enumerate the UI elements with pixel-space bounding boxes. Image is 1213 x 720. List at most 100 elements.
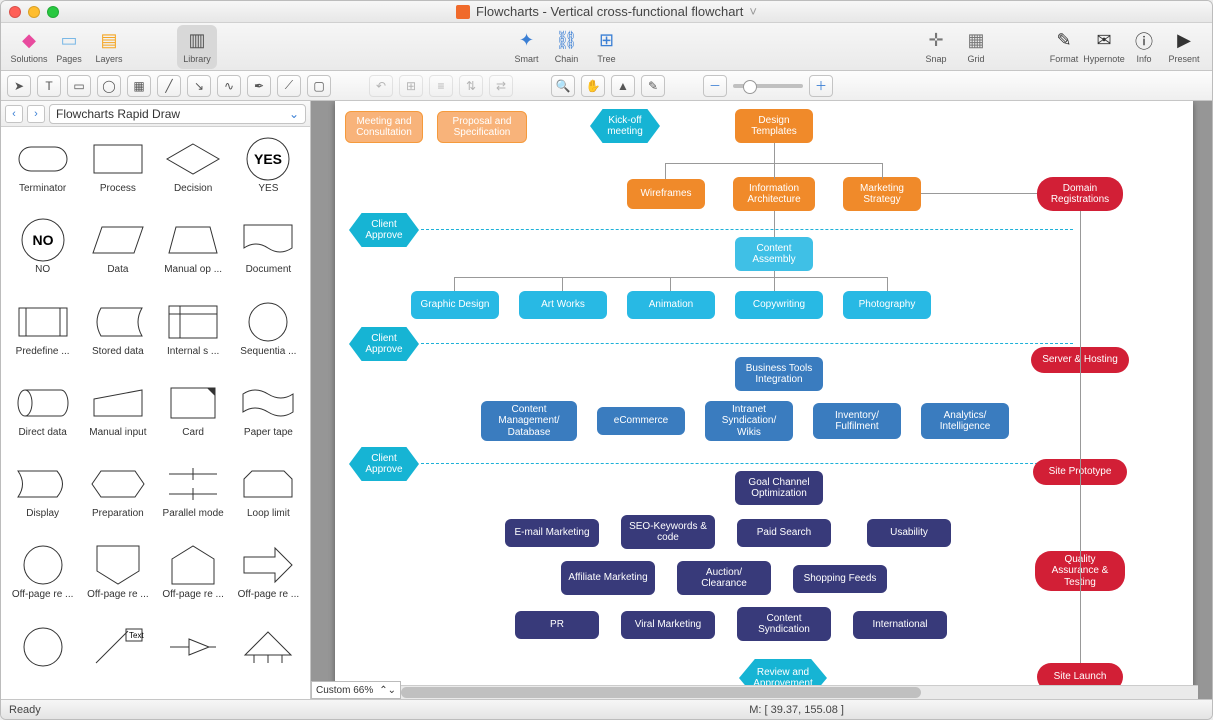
library-button[interactable]: ▥Library [177,25,217,69]
align-button[interactable]: ≡ [429,75,453,97]
shape-item[interactable]: Off-page re ... [80,541,155,620]
node-paid[interactable]: Paid Search [737,519,831,547]
node-animation[interactable]: Animation [627,291,715,319]
node-ecommerce[interactable]: eCommerce [597,407,685,435]
table-tool[interactable]: ▦ [127,75,151,97]
node-artworks[interactable]: Art Works [519,291,607,319]
node-proposal[interactable]: Proposal and Specification [437,111,527,143]
layers-button[interactable]: ▤Layers [89,25,129,69]
node-affiliate[interactable]: Affiliate Marketing [561,561,655,595]
node-shopping[interactable]: Shopping Feeds [793,565,887,593]
smart-button[interactable]: ✦Smart [507,25,547,69]
node-viral[interactable]: Viral Marketing [621,611,715,639]
format-button[interactable]: ✎Format [1044,25,1084,69]
zoom-in-button[interactable]: ＋ [809,75,833,97]
node-content-assembly[interactable]: Content Assembly [735,237,813,271]
node-wireframes[interactable]: Wireframes [627,179,705,209]
shape-item[interactable]: Direct data [5,379,80,458]
shape-item[interactable]: Internal s ... [156,298,231,377]
shape-item[interactable]: Off-page re ... [5,541,80,620]
pages-button[interactable]: ▭Pages [49,25,89,69]
shape-item[interactable]: Paper tape [231,379,306,458]
node-usability[interactable]: Usability [867,519,951,547]
node-inventory[interactable]: Inventory/ Fulfilment [813,403,901,439]
undo-button[interactable]: ↶ [369,75,393,97]
node-approve3[interactable]: Client Approve [349,447,419,481]
zoom-slider[interactable] [733,84,803,88]
snap-button[interactable]: ✛Snap [916,25,956,69]
magnify-tool[interactable]: 🔍 [551,75,575,97]
pen-tool[interactable]: ✒ [247,75,271,97]
shape-item[interactable]: Sequentia ... [231,298,306,377]
chain-button[interactable]: ⛓Chain [547,25,587,69]
node-goal[interactable]: Goal Channel Optimization [735,471,823,505]
shape-item[interactable]: Terminator [5,135,80,214]
line-tool[interactable]: ╱ [157,75,181,97]
rect-tool[interactable]: ▭ [67,75,91,97]
horizontal-scrollbar[interactable] [401,685,1198,699]
grid-button[interactable]: ▦Grid [956,25,996,69]
node-cms[interactable]: Content Management/ Database [481,401,577,441]
node-ia[interactable]: Information Architecture [733,177,815,211]
shape-tool[interactable]: ▢ [307,75,331,97]
shape-item[interactable]: Document [231,216,306,295]
hypernote-button[interactable]: ✉Hypernote [1084,25,1124,69]
titlebar[interactable]: Flowcharts - Vertical cross-functional f… [1,1,1212,23]
library-selector[interactable]: Flowcharts Rapid Draw ⌄ [49,104,306,124]
node-pr[interactable]: PR [515,611,599,639]
node-content-synd[interactable]: Content Syndication [737,607,831,641]
pan-tool[interactable]: ✋ [581,75,605,97]
node-bti[interactable]: Business Tools Integration [735,357,823,391]
page[interactable]: Meeting and Consultation Proposal and Sp… [335,101,1193,699]
shape-item[interactable]: Display [5,460,80,539]
node-international[interactable]: International [853,611,947,639]
node-domain[interactable]: Domain Registrations [1037,177,1123,211]
node-email[interactable]: E-mail Marketing [505,519,599,547]
node-meeting[interactable]: Meeting and Consultation [345,111,423,143]
shape-item[interactable]: Text [80,623,155,691]
shape-item[interactable]: Stored data [80,298,155,377]
distribute-button[interactable]: ⇅ [459,75,483,97]
shape-item[interactable]: Decision [156,135,231,214]
text-tool[interactable]: T [37,75,61,97]
shape-item[interactable] [231,623,306,691]
node-analytics[interactable]: Analytics/ Intelligence [921,403,1009,439]
shape-item[interactable]: Card [156,379,231,458]
shape-item[interactable]: Manual input [80,379,155,458]
shape-item[interactable]: NONO [5,216,80,295]
shape-item[interactable] [5,623,80,691]
shape-item[interactable] [156,623,231,691]
group-button[interactable]: ⊞ [399,75,423,97]
shape-item[interactable]: Off-page re ... [156,541,231,620]
bezier-tool[interactable]: ⟋ [277,75,301,97]
shape-item[interactable]: Off-page re ... [231,541,306,620]
lib-forward-button[interactable]: › [27,105,45,123]
curve-tool[interactable]: ∿ [217,75,241,97]
solutions-button[interactable]: ◆Solutions [9,25,49,69]
node-intranet[interactable]: Intranet Syndication/ Wikis [705,401,793,441]
lib-back-button[interactable]: ‹ [5,105,23,123]
node-copywriting[interactable]: Copywriting [735,291,823,319]
info-button[interactable]: ⓘInfo [1124,25,1164,69]
ellipse-tool[interactable]: ◯ [97,75,121,97]
shape-item[interactable]: YESYES [231,135,306,214]
shape-item[interactable]: Data [80,216,155,295]
node-approve1[interactable]: Client Approve [349,213,419,247]
node-marketing[interactable]: Marketing Strategy [843,177,921,211]
shape-item[interactable]: Predefine ... [5,298,80,377]
present-button[interactable]: ▶Present [1164,25,1204,69]
canvas[interactable]: Meeting and Consultation Proposal and Sp… [311,101,1212,699]
shape-item[interactable]: Preparation [80,460,155,539]
node-graphic[interactable]: Graphic Design [411,291,499,319]
shape-item[interactable]: Loop limit [231,460,306,539]
tree-button[interactable]: ⊞Tree [587,25,627,69]
shape-item[interactable]: Parallel mode [156,460,231,539]
shape-item[interactable]: Manual op ... [156,216,231,295]
node-auction[interactable]: Auction/ Clearance [677,561,771,595]
connector-tool[interactable]: ↘ [187,75,211,97]
node-approve2[interactable]: Client Approve [349,327,419,361]
zoom-out-button[interactable]: － [703,75,727,97]
zoom-selector[interactable]: Custom 66%⌃⌄ [311,681,401,699]
node-design[interactable]: Design Templates [735,109,813,143]
node-kickoff[interactable]: Kick-off meeting [590,109,660,143]
